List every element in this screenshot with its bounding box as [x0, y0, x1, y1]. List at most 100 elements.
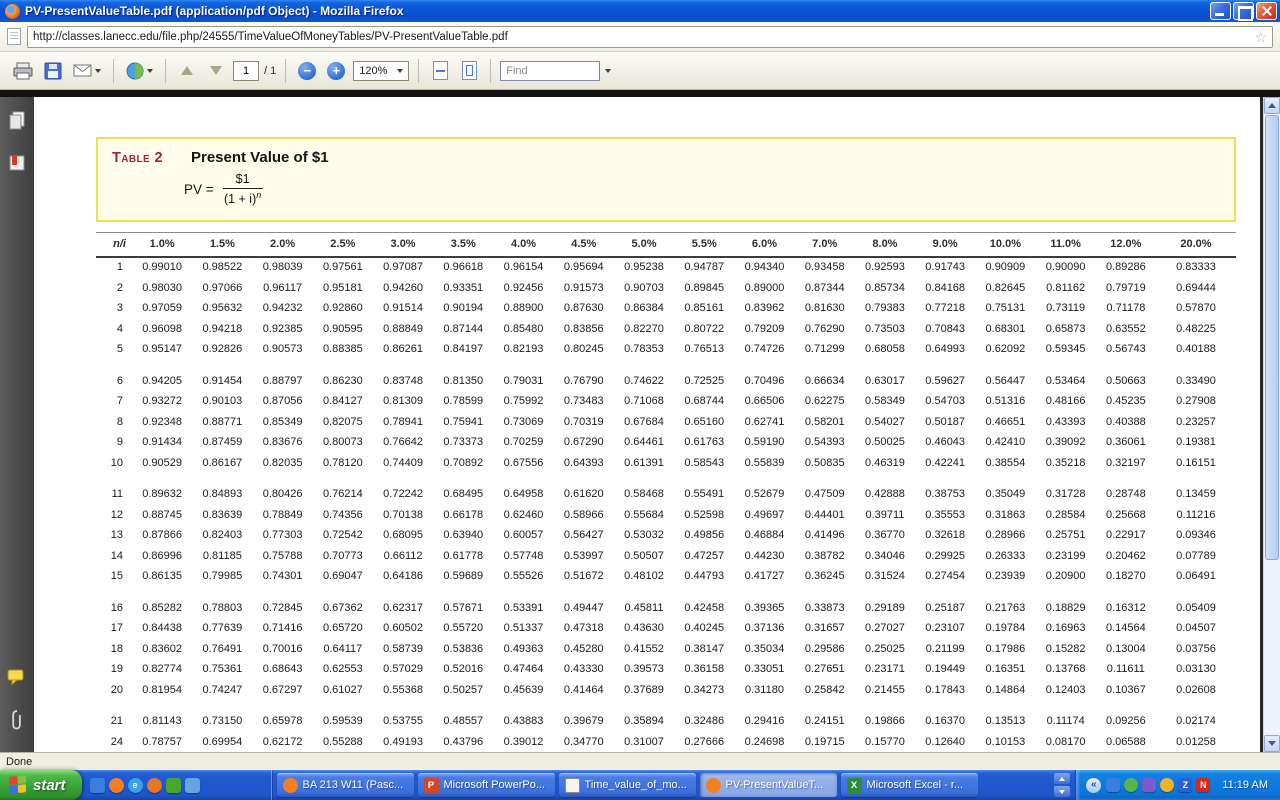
task-scroll-up-button[interactable] — [1054, 773, 1070, 784]
taskbar-button[interactable]: BA 213 W11 (Pasc... — [277, 773, 414, 797]
pv-factor-cell: 0.84893 — [192, 485, 252, 506]
fit-page-button[interactable] — [457, 57, 481, 84]
pv-factor-cell: 0.70319 — [554, 412, 614, 433]
email-icon[interactable] — [90, 778, 105, 793]
update-icon[interactable] — [1160, 778, 1174, 792]
pv-factor-cell: 0.23171 — [855, 660, 915, 681]
url-box[interactable]: ☆ — [27, 26, 1273, 48]
pv-factor-cell: 0.82403 — [192, 526, 252, 547]
maximize-button[interactable] — [1233, 2, 1254, 20]
pv-factor-cell: 0.55491 — [674, 485, 734, 506]
pv-factor-cell: 0.42410 — [975, 433, 1035, 454]
close-button[interactable] — [1256, 2, 1277, 20]
taskbar-button[interactable]: XMicrosoft Excel - r... — [841, 773, 978, 797]
zoom-level-select[interactable]: 120% — [353, 61, 409, 81]
pv-factor-cell: 0.66506 — [734, 392, 794, 413]
pv-factor-cell: 0.90194 — [433, 299, 493, 320]
row-group-gap — [96, 474, 1236, 485]
pv-table-row: 130.878660.824030.773030.725420.680950.6… — [96, 526, 1236, 547]
system-tray: ZN 11:19 AM — [1075, 770, 1280, 800]
pv-factor-cell: 0.89000 — [734, 278, 794, 299]
col-header-rate: 9.0% — [915, 232, 975, 257]
pv-factor-cell: 0.95694 — [554, 257, 614, 279]
start-button[interactable]: start — [0, 770, 82, 800]
scroll-down-button[interactable] — [1264, 735, 1280, 752]
page-number-input[interactable] — [233, 61, 259, 81]
pv-factor-cell: 0.74247 — [192, 680, 252, 701]
pv-factor-cell: 0.82645 — [975, 278, 1035, 299]
find-dropdown-icon[interactable] — [605, 69, 611, 73]
url-input[interactable] — [33, 31, 1254, 43]
pv-table-row: 210.811430.731500.659780.595390.537550.4… — [96, 712, 1236, 733]
pv-factor-cell: 0.53755 — [373, 712, 433, 733]
zonealarm-icon[interactable]: Z — [1178, 778, 1192, 792]
pv-factor-cell: 0.35218 — [1036, 453, 1096, 474]
scrollbar-track[interactable] — [1264, 561, 1280, 735]
zoom-in-button[interactable] — [324, 57, 348, 84]
period-cell: 17 — [96, 619, 132, 640]
pv-factor-cell: 0.55288 — [313, 732, 373, 752]
bookmarks-panel-button[interactable] — [8, 154, 26, 177]
pv-factor-cell: 0.46043 — [915, 433, 975, 454]
scroll-up-button[interactable] — [1264, 97, 1280, 114]
scrollbar-thumb[interactable] — [1265, 115, 1279, 560]
media-player-icon[interactable] — [147, 778, 162, 793]
firefox-icon[interactable] — [109, 778, 124, 793]
show-desktop-icon[interactable] — [185, 778, 200, 793]
pv-factor-cell: 0.33490 — [1156, 371, 1236, 392]
pv-factor-cell: 0.83856 — [554, 319, 614, 340]
next-page-button[interactable] — [204, 57, 228, 84]
pv-factor-cell: 0.81954 — [132, 680, 192, 701]
display-icon[interactable] — [1106, 778, 1120, 792]
pv-table-row: 20.980300.970660.961170.951810.942600.93… — [96, 278, 1236, 299]
pv-factor-cell: 0.95238 — [614, 257, 674, 279]
pv-factor-cell: 0.74726 — [734, 340, 794, 361]
pv-factor-cell: 0.67684 — [614, 412, 674, 433]
fit-width-button[interactable] — [428, 57, 452, 84]
pv-factor-cell: 0.59345 — [1036, 340, 1096, 361]
pv-factor-cell: 0.85349 — [252, 412, 312, 433]
pv-factor-cell: 0.49193 — [373, 732, 433, 752]
find-input[interactable] — [500, 61, 600, 81]
taskbar-button[interactable]: PMicrosoft PowerPo... — [418, 773, 555, 797]
taskbar-button[interactable]: Time_value_of_mo... — [559, 773, 696, 797]
ie-icon[interactable]: e — [128, 778, 143, 793]
volume-icon[interactable] — [1124, 778, 1138, 792]
viewer-main: Table 2 Present Value of $1 PV = $1 (1 +… — [0, 97, 1280, 752]
pv-factor-cell: 0.66178 — [433, 505, 493, 526]
pv-factor-cell: 0.49856 — [674, 526, 734, 547]
comments-panel-button[interactable] — [7, 668, 27, 691]
minimize-button[interactable] — [1210, 2, 1231, 20]
attachments-panel-button[interactable] — [10, 709, 24, 736]
zoom-out-button[interactable] — [295, 57, 319, 84]
print-button[interactable] — [10, 57, 36, 84]
period-cell: 10 — [96, 453, 132, 474]
norton-icon[interactable]: N — [1196, 778, 1210, 792]
vertical-scrollbar[interactable] — [1263, 97, 1280, 752]
pv-factor-cell: 0.51316 — [975, 392, 1035, 413]
pv-factor-cell: 0.11611 — [1096, 660, 1156, 681]
hide-icons-chevron[interactable] — [1086, 778, 1101, 793]
messenger-icon[interactable] — [166, 778, 181, 793]
arrow-up-icon — [1059, 777, 1065, 781]
pv-factor-cell: 0.94218 — [192, 319, 252, 340]
pv-factor-cell: 0.31728 — [1036, 485, 1096, 506]
pv-factor-cell: 0.38753 — [915, 485, 975, 506]
pv-factor-cell: 0.97059 — [132, 299, 192, 320]
messenger-icon[interactable] — [1142, 778, 1156, 792]
bookmark-star-icon[interactable]: ☆ — [1254, 30, 1267, 44]
email-button[interactable] — [70, 57, 104, 84]
pv-formula: PV = $1 (1 + i)n — [184, 171, 1220, 208]
pv-factor-cell: 0.48166 — [1036, 392, 1096, 413]
save-button[interactable] — [41, 57, 65, 84]
col-header-rate: 5.0% — [614, 232, 674, 257]
pv-factor-cell: 0.92456 — [493, 278, 553, 299]
taskbar-button[interactable]: PV-PresentValueT... — [700, 773, 837, 797]
task-scroll-down-button[interactable] — [1054, 786, 1070, 797]
pages-panel-button[interactable] — [8, 111, 26, 136]
col-header-rate: 3.5% — [433, 232, 493, 257]
col-header-ni: n/i — [96, 232, 132, 257]
collaborate-button[interactable] — [123, 57, 156, 84]
previous-page-button[interactable] — [175, 57, 199, 84]
pv-factor-cell: 0.64393 — [554, 453, 614, 474]
